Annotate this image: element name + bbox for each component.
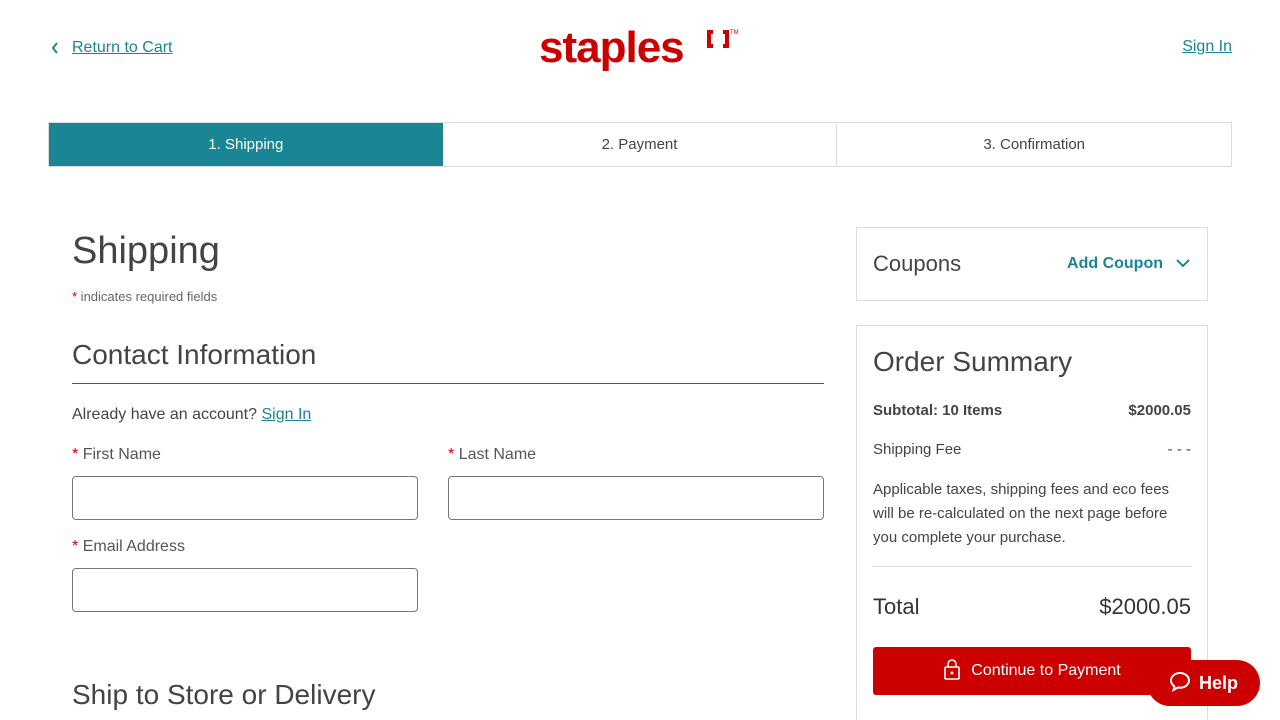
chevron-down-icon: [1175, 255, 1191, 273]
total-label: Total: [873, 594, 920, 619]
order-summary-title: Order Summary: [873, 346, 1073, 377]
continue-to-payment-button[interactable]: Continue to Payment: [873, 647, 1191, 695]
first-name-input[interactable]: [72, 476, 418, 520]
required-note: * indicates required fields: [72, 289, 824, 304]
step-payment[interactable]: 2. Payment: [443, 123, 838, 166]
first-name-label-text: First Name: [82, 446, 161, 463]
last-name-input[interactable]: [448, 476, 824, 520]
total-row: Total $2000.05: [873, 594, 1191, 620]
subtotal-value: $2000.05: [1128, 402, 1191, 419]
return-to-cart-link[interactable]: Return to Cart: [48, 38, 172, 58]
shipping-form: Shipping * indicates required fields Con…: [72, 227, 824, 710]
required-star: *: [448, 446, 455, 463]
subtotal-row: Subtotal: 10 Items $2000.05: [873, 402, 1191, 419]
required-star: *: [72, 538, 79, 555]
return-to-cart-label: Return to Cart: [72, 39, 173, 56]
sign-in-link[interactable]: Sign In: [1182, 38, 1232, 56]
already-have-account: Already have an account? Sign In: [72, 406, 311, 424]
chevron-left-icon: [48, 38, 62, 58]
lock-icon: [943, 658, 961, 685]
chat-bubble-icon: [1169, 670, 1191, 697]
required-star: *: [72, 446, 79, 463]
header: Return to Cart staples TM Sign In: [0, 0, 1280, 100]
logo-text: staples: [539, 24, 684, 72]
last-name-label: * Last Name: [448, 446, 536, 464]
continue-to-payment-label: Continue to Payment: [971, 662, 1121, 679]
step-shipping[interactable]: 1. Shipping: [49, 123, 443, 166]
svg-text:TM: TM: [730, 30, 739, 36]
add-coupon-button[interactable]: Add Coupon: [1067, 255, 1191, 273]
email-input[interactable]: [72, 568, 418, 612]
page-title: Shipping: [72, 230, 220, 272]
required-note-text: indicates required fields: [77, 289, 218, 304]
help-button[interactable]: Help: [1147, 660, 1260, 706]
coupons-panel: Coupons Add Coupon: [856, 227, 1208, 301]
staples-logo[interactable]: staples TM: [539, 23, 742, 72]
contact-sign-in-link[interactable]: Sign In: [261, 406, 311, 423]
already-text: Already have an account?: [72, 406, 258, 423]
last-name-label-text: Last Name: [458, 446, 537, 463]
email-label: * Email Address: [72, 538, 185, 556]
first-name-label: * First Name: [72, 446, 161, 464]
shipping-fee-value: - - -: [1167, 441, 1191, 458]
summary-divider: [873, 566, 1191, 567]
step-confirmation[interactable]: 3. Confirmation: [837, 123, 1231, 166]
contact-info-title: Contact Information: [72, 339, 824, 384]
shipping-fee-label: Shipping Fee: [873, 441, 962, 458]
help-label: Help: [1198, 672, 1238, 693]
coupons-title: Coupons: [873, 251, 962, 276]
shipping-fee-row: Shipping Fee - - -: [873, 441, 1191, 458]
order-summary: Order Summary Subtotal: 10 Items $2000.0…: [856, 325, 1208, 720]
checkout-steps: 1. Shipping 2. Payment 3. Confirmation: [48, 122, 1232, 167]
ship-to-store-title: Ship to Store or Delivery: [72, 679, 376, 710]
add-coupon-label: Add Coupon: [1067, 255, 1163, 272]
subtotal-label: Subtotal: 10 Items: [873, 402, 1003, 419]
email-label-text: Email Address: [82, 538, 185, 555]
total-value: $2000.05: [1099, 594, 1191, 619]
tax-note: Applicable taxes, shipping fees and eco …: [873, 481, 1170, 546]
